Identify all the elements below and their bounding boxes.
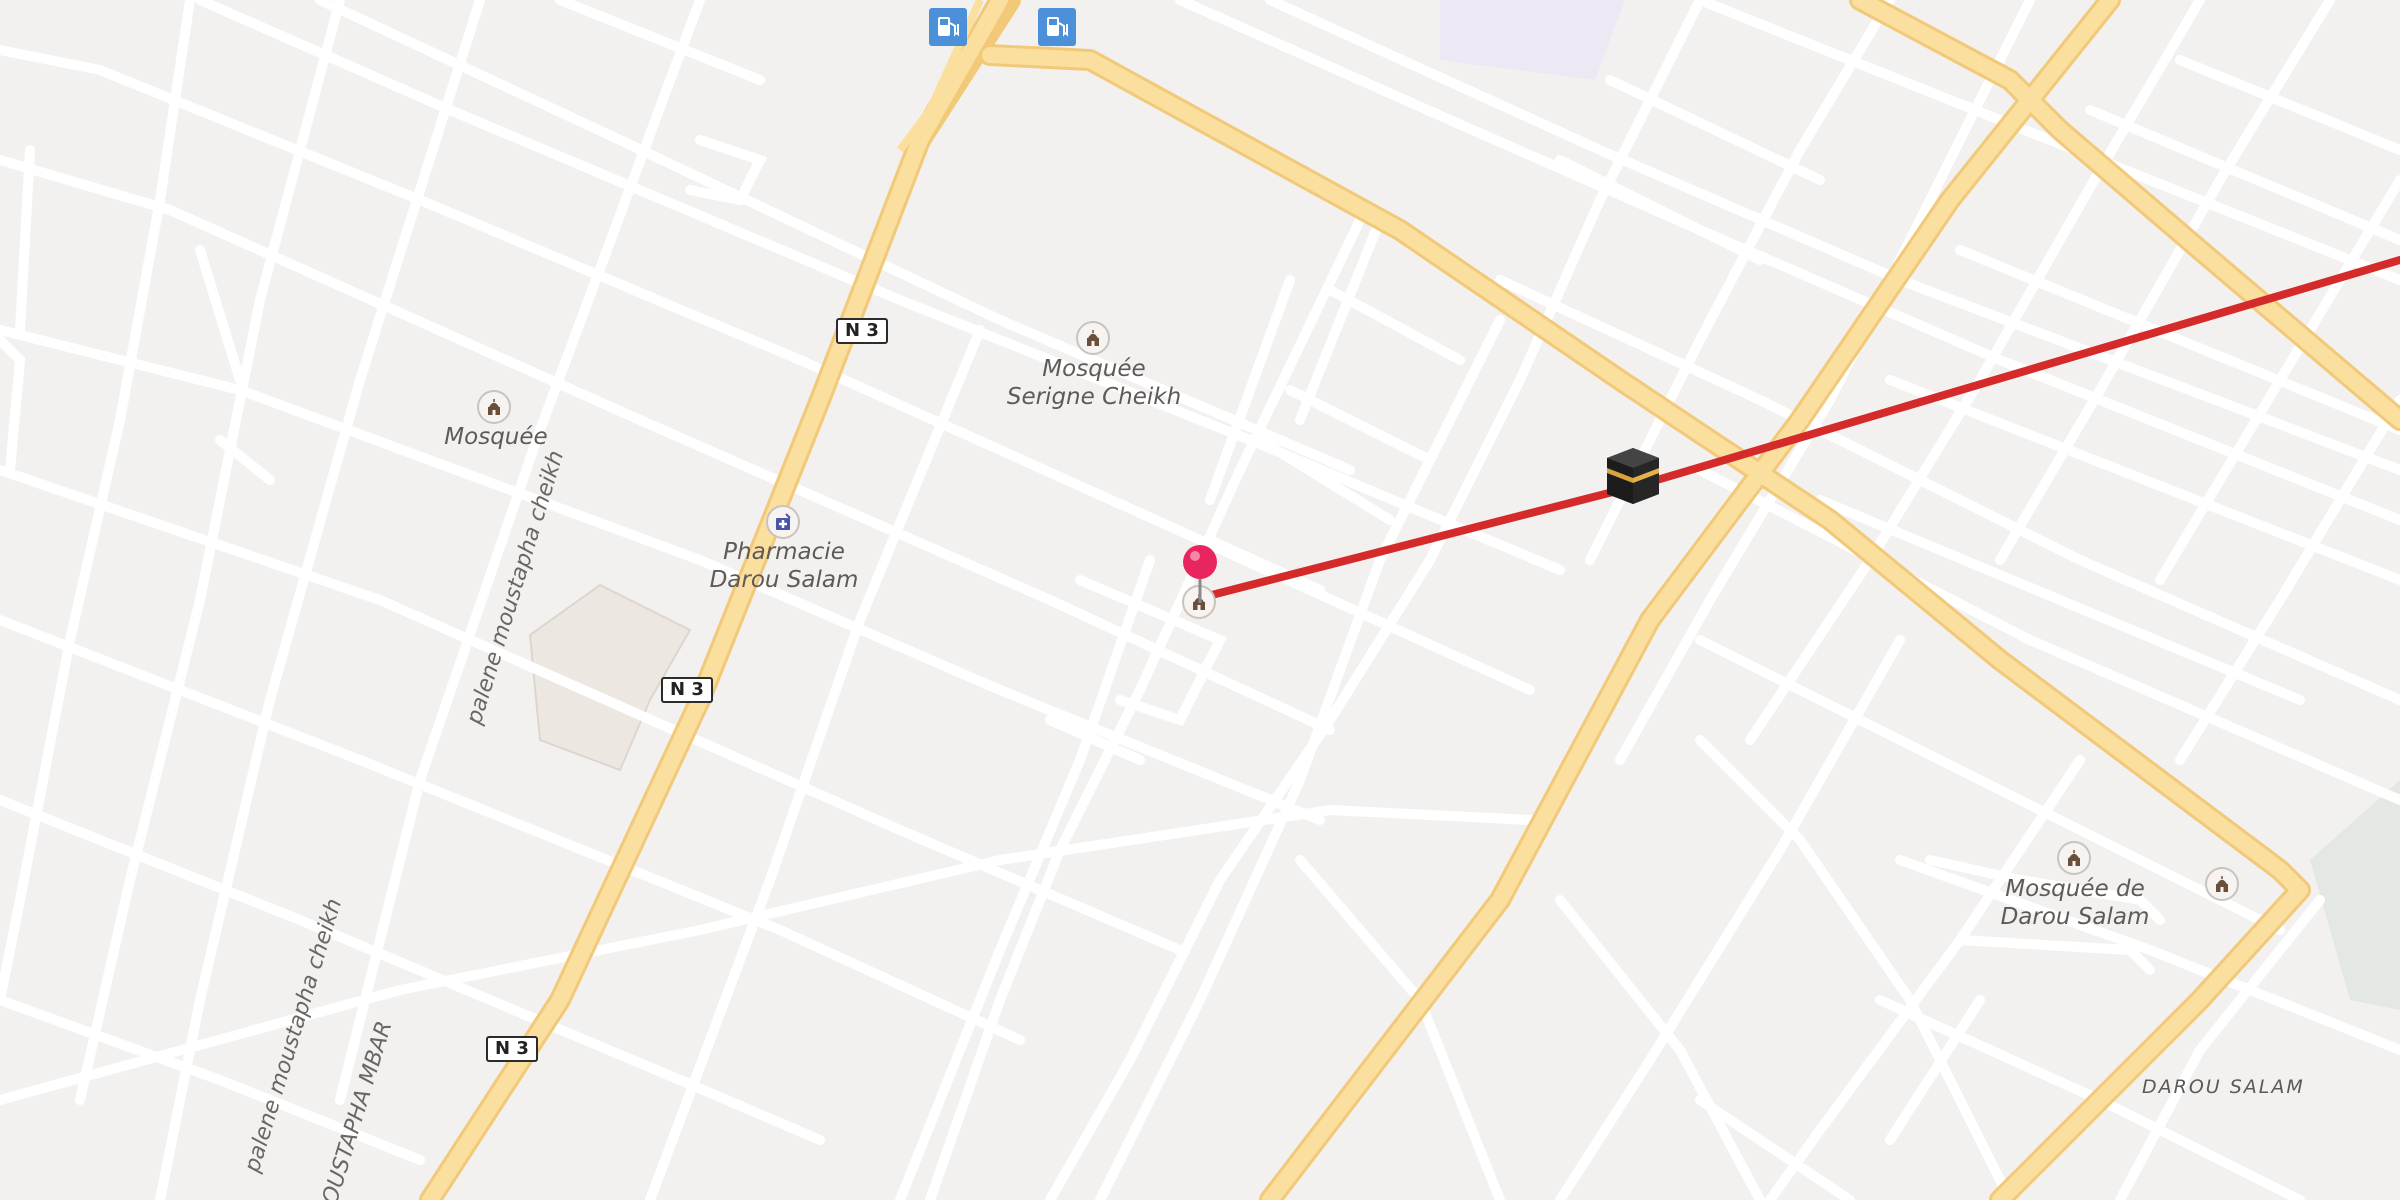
area-label-darou-salam: DAROU SALAM bbox=[2142, 1076, 2305, 1098]
fuel-station-icon[interactable] bbox=[929, 8, 967, 46]
map-canvas[interactable]: N 3 N 3 N 3 Mosquée Serigne Cheikh Mosqu… bbox=[0, 0, 2400, 1200]
road-shield-n3: N 3 bbox=[486, 1036, 538, 1062]
poi-label-mosquee: Mosquée bbox=[444, 424, 548, 450]
mosque-icon[interactable] bbox=[2057, 841, 2091, 875]
location-pin-icon[interactable] bbox=[1181, 543, 1219, 605]
mosque-icon[interactable] bbox=[1076, 321, 1110, 355]
mosque-icon[interactable] bbox=[477, 390, 511, 424]
park-area bbox=[2310, 780, 2400, 1010]
pharmacy-icon[interactable] bbox=[766, 505, 800, 539]
poi-label-mosquee-de-darou-salam: Mosquée de Darou Salam bbox=[2000, 876, 2150, 930]
road-shield-n3: N 3 bbox=[661, 677, 713, 703]
poi-label-pharmacie-darou-salam: Pharmacie Darou Salam bbox=[709, 539, 859, 593]
road-shield-n3: N 3 bbox=[836, 318, 888, 344]
fuel-station-icon[interactable] bbox=[1038, 8, 1076, 46]
mosque-icon[interactable] bbox=[2205, 867, 2239, 901]
kaaba-icon[interactable] bbox=[1604, 446, 1662, 506]
poi-label-mosquee-serigne-cheikh: Mosquée Serigne Cheikh bbox=[1006, 356, 1182, 410]
landuse-area bbox=[1440, 0, 1625, 80]
